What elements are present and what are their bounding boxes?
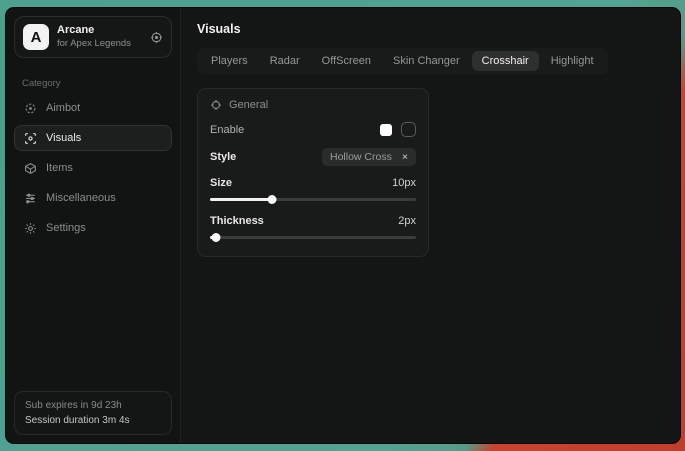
enable-checkbox[interactable] [401,122,416,137]
size-setting: Size 10px [210,177,416,204]
sidebar: A Arcane for Apex Legends Category [6,8,181,443]
brand-card: A Arcane for Apex Legends [14,16,172,58]
sidebar-item-miscellaneous[interactable]: Miscellaneous [14,185,172,211]
main-content: Visuals Players Radar OffScreen Skin Cha… [181,8,680,443]
thickness-slider[interactable] [210,233,416,242]
slider-thumb[interactable] [212,233,221,242]
size-slider[interactable] [210,195,416,204]
style-label: Style [210,151,236,163]
sidebar-item-label: Aimbot [46,102,80,114]
sub-expires-text: Sub expires in 9d 23h [25,400,161,411]
scan-eye-icon [24,132,37,145]
brand-title: Arcane [57,24,142,38]
tab-players[interactable]: Players [201,51,258,71]
sidebar-item-label: Miscellaneous [46,192,116,204]
color-swatch[interactable] [380,124,392,136]
sidebar-nav: Aimbot Visuals [6,95,180,241]
brand-text: Arcane for Apex Legends [57,24,142,50]
sidebar-item-aimbot[interactable]: Aimbot [14,95,172,121]
tab-crosshair[interactable]: Crosshair [472,51,539,71]
brand-subtitle: for Apex Legends [57,38,142,50]
app-window: A Arcane for Apex Legends Category [5,7,681,444]
sidebar-item-visuals[interactable]: Visuals [14,125,172,151]
thickness-label: Thickness [210,215,264,227]
sliders-icon [24,192,37,205]
crosshair-icon [210,99,222,111]
gear-icon [24,222,37,235]
panel-header: General [210,99,416,111]
size-value: 10px [392,177,416,189]
style-row: Style Hollow Cross × [210,148,416,166]
slider-thumb[interactable] [267,195,276,204]
sidebar-item-label: Visuals [46,132,81,144]
tab-highlight[interactable]: Highlight [541,51,604,71]
general-panel: General Enable Style Hollow Cross × [197,88,429,257]
tab-skin-changer[interactable]: Skin Changer [383,51,470,71]
sidebar-item-items[interactable]: Items [14,155,172,181]
thickness-setting: Thickness 2px [210,215,416,242]
sidebar-item-settings[interactable]: Settings [14,215,172,241]
slider-fill [210,198,272,201]
desktop-wallpaper: A Arcane for Apex Legends Category [0,0,685,451]
app-logo: A [23,24,49,50]
tab-bar: Players Radar OffScreen Skin Changer Cro… [197,48,608,74]
target-icon[interactable] [150,31,163,44]
package-icon [24,162,37,175]
style-value: Hollow Cross [330,151,392,163]
page-title: Visuals [181,8,680,36]
tab-offscreen[interactable]: OffScreen [312,51,381,71]
clear-style-icon[interactable]: × [402,151,408,163]
slider-track [210,236,416,239]
subscription-card: Sub expires in 9d 23h Session duration 3… [14,391,172,435]
sidebar-item-label: Items [46,162,73,174]
enable-label: Enable [210,124,244,136]
style-select[interactable]: Hollow Cross × [322,148,416,166]
category-label: Category [22,78,164,89]
panel-title: General [229,99,268,111]
size-label: Size [210,177,232,189]
sidebar-item-label: Settings [46,222,86,234]
enable-row: Enable [210,122,416,137]
session-duration-text: Session duration 3m 4s [25,415,161,426]
tab-radar[interactable]: Radar [260,51,310,71]
thickness-value: 2px [398,215,416,227]
crosshair-dashed-icon [24,102,37,115]
